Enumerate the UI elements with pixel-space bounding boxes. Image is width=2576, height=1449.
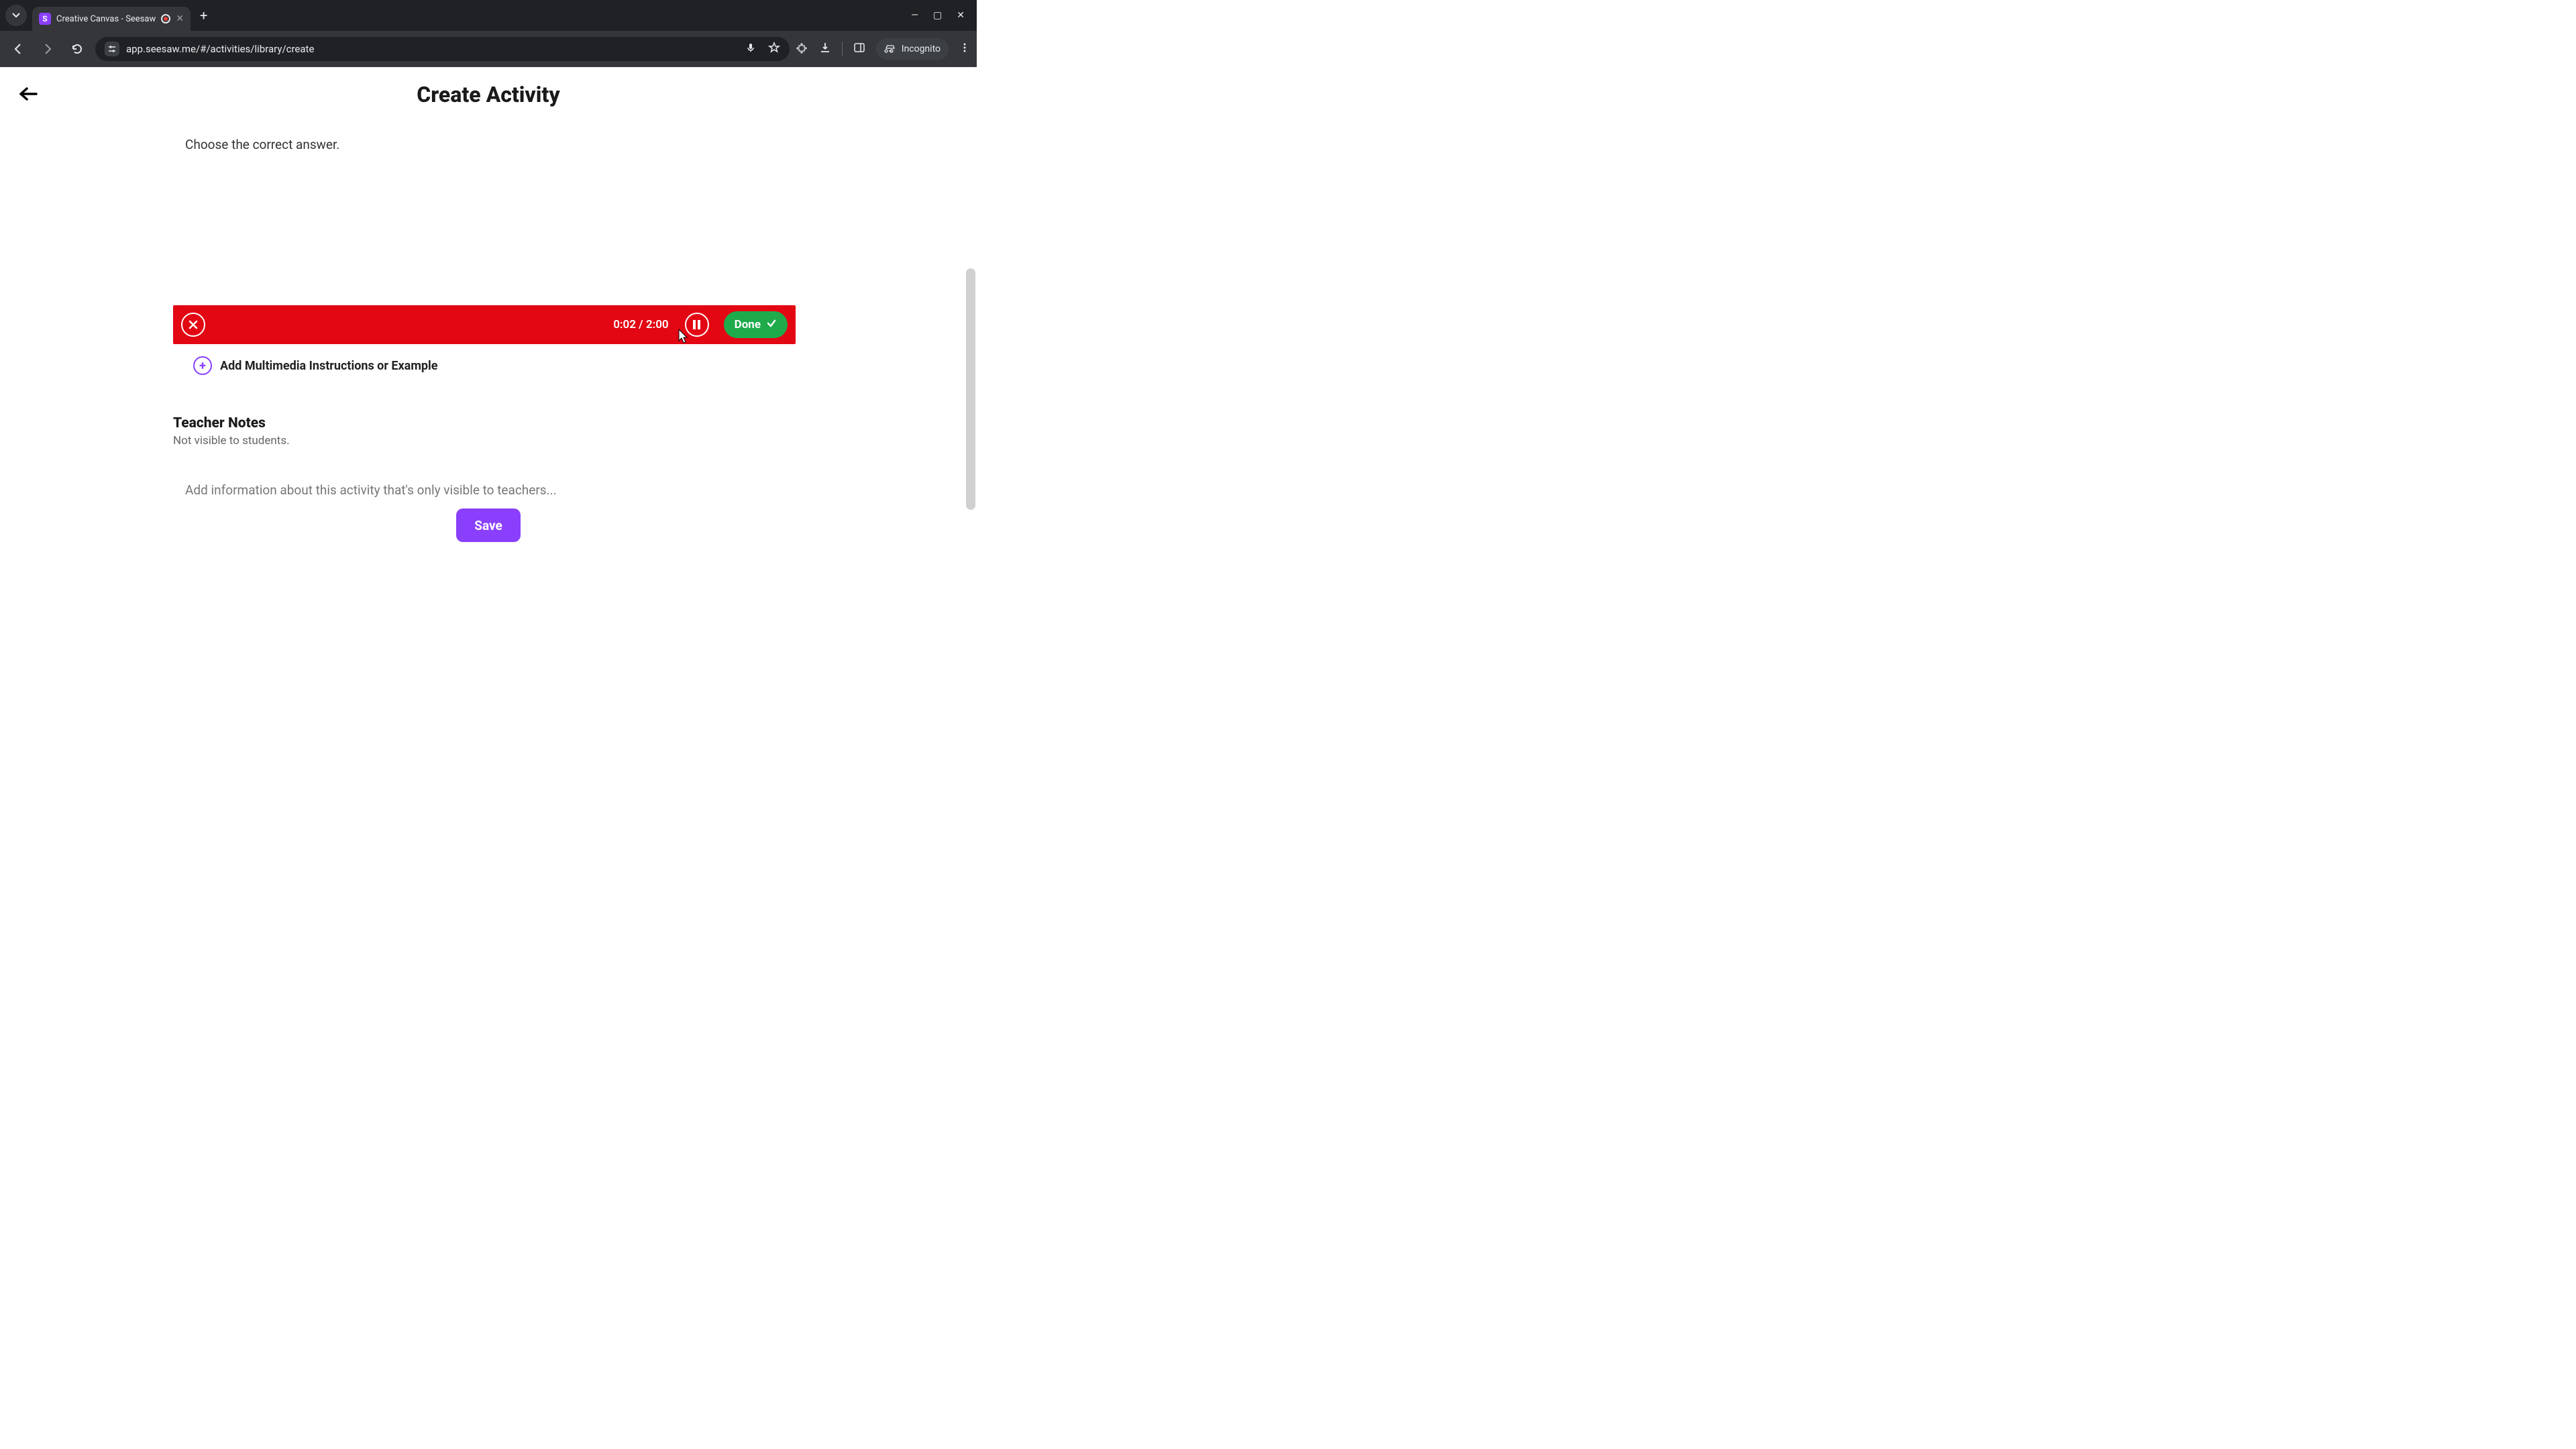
close-window-button[interactable]: ✕ (957, 10, 965, 21)
nav-back-button[interactable] (7, 38, 30, 60)
save-button[interactable]: Save (456, 508, 521, 542)
site-info-button[interactable] (105, 42, 119, 56)
extensions-button[interactable] (796, 42, 808, 56)
check-icon (766, 318, 777, 331)
download-icon (819, 42, 831, 54)
add-multimedia-label: Add Multimedia Instructions or Example (220, 359, 438, 373)
page-title: Create Activity (0, 82, 977, 107)
teacher-notes-section: Teacher Notes Not visible to students. A… (173, 415, 796, 498)
nav-forward-button[interactable] (36, 38, 59, 60)
tab-search-button[interactable] (5, 5, 27, 26)
plus-circle-icon: + (193, 356, 212, 375)
voice-search-icon[interactable] (745, 42, 756, 56)
teacher-notes-title: Teacher Notes (173, 415, 796, 431)
tune-icon (107, 44, 117, 54)
viewport: S Creative Canvas - Seesaw ✕ + — ▢ ✕ app… (0, 0, 977, 547)
side-panel-button[interactable] (853, 42, 865, 56)
incognito-icon (884, 43, 896, 55)
recorder-time-display: 0:02 / 2:00 (613, 318, 668, 331)
tab-close-button[interactable]: ✕ (176, 13, 184, 24)
reload-icon (70, 42, 84, 56)
side-panel-icon (853, 42, 865, 54)
done-label: Done (735, 318, 761, 331)
pause-icon (698, 320, 700, 329)
recorder-cancel-button[interactable] (181, 313, 205, 337)
reload-button[interactable] (66, 38, 89, 60)
save-label: Save (474, 518, 502, 533)
browser-address-bar: app.seesaw.me/#/activities/library/creat… (0, 31, 977, 67)
browser-menu-button[interactable] (959, 42, 970, 56)
content-column: Choose the correct answer. 0:02 / 2:00 D… (173, 137, 796, 498)
url-text: app.seesaw.me/#/activities/library/creat… (126, 43, 314, 55)
chevron-down-icon (12, 11, 20, 19)
add-multimedia-button[interactable]: + Add Multimedia Instructions or Example (173, 356, 796, 375)
browser-tab[interactable]: S Creative Canvas - Seesaw ✕ (32, 7, 191, 31)
maximize-button[interactable]: ▢ (933, 10, 942, 21)
incognito-indicator[interactable]: Incognito (876, 38, 949, 60)
tab-title: Creative Canvas - Seesaw (56, 14, 156, 24)
toolbar-divider (842, 42, 843, 56)
recorder-done-button[interactable]: Done (724, 311, 788, 338)
incognito-label: Incognito (902, 44, 941, 54)
browser-tab-strip: S Creative Canvas - Seesaw ✕ + — ▢ ✕ (0, 0, 977, 31)
minimize-button[interactable]: — (911, 10, 918, 21)
window-controls: — ▢ ✕ (911, 10, 971, 21)
instructions-text[interactable]: Choose the correct answer. (173, 137, 796, 152)
kebab-icon (959, 42, 970, 53)
scrollbar-thumb[interactable] (966, 268, 975, 510)
arrow-left-icon (11, 42, 25, 56)
bookmark-icon[interactable] (768, 42, 780, 56)
audio-recorder-bar: 0:02 / 2:00 Done (173, 305, 796, 344)
teacher-notes-input[interactable]: Add information about this activity that… (173, 482, 796, 498)
pause-icon (693, 320, 696, 329)
arrow-right-icon (41, 42, 54, 56)
page-content: Create Activity Choose the correct answe… (0, 67, 977, 547)
scrollbar[interactable] (966, 268, 975, 542)
seesaw-favicon-icon: S (39, 13, 51, 25)
puzzle-icon (796, 42, 808, 54)
close-icon (188, 319, 199, 330)
downloads-button[interactable] (819, 42, 831, 56)
recorder-pause-button[interactable] (685, 313, 709, 337)
new-tab-button[interactable]: + (200, 7, 207, 23)
teacher-notes-subtitle: Not visible to students. (173, 434, 796, 447)
recording-indicator-icon (161, 14, 170, 23)
url-field[interactable]: app.seesaw.me/#/activities/library/creat… (95, 37, 790, 61)
